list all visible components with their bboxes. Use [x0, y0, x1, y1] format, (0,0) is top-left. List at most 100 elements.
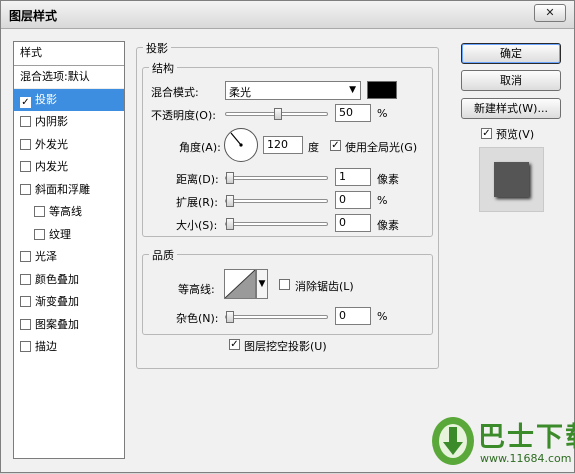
anti-alias-checkbox[interactable] — [279, 279, 290, 290]
angle-input[interactable]: 120 — [263, 136, 303, 154]
style-list-item-label: 等高线 — [49, 205, 82, 218]
site-watermark: 巴士下载 www.11684.com — [428, 411, 575, 474]
ok-button[interactable]: 确定 — [461, 43, 561, 64]
spread-label: 扩展(R): — [176, 196, 218, 209]
style-list-item[interactable]: 纹理 — [14, 224, 124, 247]
style-list-item[interactable]: 描边 — [14, 336, 124, 359]
title-bar: 图层样式 ✕ — [1, 1, 574, 29]
style-list-item-label: 光泽 — [35, 250, 57, 263]
style-list-item[interactable]: 图案叠加 — [14, 314, 124, 337]
noise-input[interactable]: 0 — [335, 307, 371, 325]
distance-slider[interactable] — [225, 172, 328, 184]
style-list-item[interactable]: 光泽 — [14, 246, 124, 269]
opacity-slider-thumb[interactable] — [274, 108, 282, 120]
knockout-label[interactable]: 图层挖空投影(U) — [244, 338, 327, 354]
style-checkbox[interactable] — [20, 161, 31, 172]
drop-shadow-title: 投影 — [143, 40, 171, 56]
chevron-down-icon: ▼ — [258, 279, 266, 289]
noise-unit: % — [377, 310, 388, 323]
use-global-light-checkbox[interactable]: ✓ — [330, 140, 341, 151]
distance-label: 距离(D): — [176, 173, 219, 186]
spread-unit: % — [377, 194, 388, 207]
noise-slider-thumb[interactable] — [226, 311, 234, 323]
download-logo-icon — [432, 417, 474, 465]
style-checkbox[interactable] — [20, 341, 31, 352]
use-global-light-label[interactable]: 使用全局光(G) — [345, 139, 417, 155]
size-input[interactable]: 0 — [335, 214, 371, 232]
distance-input[interactable]: 1 — [335, 168, 371, 186]
contour-dropdown-button[interactable]: ▼ — [256, 269, 268, 299]
noise-slider[interactable] — [225, 311, 328, 323]
cancel-button[interactable]: 取消 — [461, 70, 561, 91]
watermark-url: www.11684.com — [480, 452, 572, 465]
style-list-item-label: 投影 — [35, 92, 57, 106]
style-checkbox[interactable] — [20, 138, 31, 150]
new-style-button[interactable]: 新建样式(W)... — [461, 98, 561, 119]
blend-mode-select[interactable]: 柔光 ▼ — [225, 81, 361, 100]
preview-checkbox[interactable]: ✓ — [481, 128, 492, 139]
preview-label[interactable]: 预览(V) — [496, 126, 534, 142]
contour-picker[interactable] — [224, 269, 256, 299]
noise-label: 杂色(N): — [176, 312, 219, 325]
distance-slider-thumb[interactable] — [226, 172, 234, 184]
style-list-item[interactable]: ✓ 投影 — [14, 88, 124, 111]
angle-unit: 度 — [308, 141, 319, 154]
style-list-item-label: 颜色叠加 — [35, 272, 79, 286]
style-list-item-label: 混合选项:默认 — [20, 70, 90, 83]
style-list-item-label: 图案叠加 — [35, 317, 79, 331]
close-button[interactable]: ✕ — [534, 4, 566, 22]
style-list-item[interactable]: 内阴影 — [14, 111, 124, 134]
angle-label: 角度(A): — [179, 141, 221, 154]
style-checkbox[interactable] — [20, 183, 31, 195]
style-list-item-label: 斜面和浮雕 — [35, 182, 90, 196]
style-list-item-label: 纹理 — [49, 227, 71, 241]
style-list-item-label: 内发光 — [35, 160, 68, 173]
style-list-item[interactable]: 颜色叠加 — [14, 269, 124, 292]
style-list: 样式 混合选项:默认 ✓ 投影内阴影外发光内发光斜面和浮雕等高线纹理光泽颜色叠加渐变… — [13, 41, 125, 459]
spread-slider[interactable] — [225, 195, 328, 207]
spread-input[interactable]: 0 — [335, 191, 371, 209]
opacity-slider[interactable] — [225, 108, 328, 120]
style-checkbox[interactable] — [20, 296, 31, 307]
style-list-item-label: 外发光 — [35, 137, 68, 151]
chevron-down-icon: ▼ — [349, 85, 356, 95]
style-checkbox[interactable] — [34, 206, 45, 217]
size-slider[interactable] — [225, 218, 328, 230]
style-checkbox[interactable] — [34, 228, 45, 240]
close-icon: ✕ — [545, 6, 555, 19]
preview-thumbnail — [479, 147, 544, 212]
opacity-label: 不透明度(O): — [151, 109, 216, 122]
style-list-header: 样式 — [14, 42, 124, 66]
size-unit: 像素 — [377, 219, 399, 232]
spread-slider-thumb[interactable] — [226, 195, 234, 207]
opacity-unit: % — [377, 107, 388, 120]
angle-dial[interactable] — [224, 128, 258, 162]
style-list-item-label: 内阴影 — [35, 115, 68, 128]
style-list-item-label: 描边 — [35, 340, 57, 353]
style-list-item[interactable]: 外发光 — [14, 134, 124, 157]
watermark-brand: 巴士下载 — [478, 422, 575, 453]
style-list-item[interactable]: 斜面和浮雕 — [14, 179, 124, 202]
style-checkbox[interactable] — [20, 116, 31, 127]
shadow-color-swatch[interactable] — [367, 81, 397, 99]
distance-unit: 像素 — [377, 173, 399, 186]
style-checkbox[interactable] — [20, 251, 31, 262]
quality-title: 品质 — [149, 247, 177, 263]
style-checkbox[interactable]: ✓ — [20, 96, 31, 108]
size-slider-thumb[interactable] — [226, 218, 234, 230]
blend-mode-value: 柔光 — [229, 86, 251, 99]
anti-alias-label[interactable]: 消除锯齿(L) — [295, 278, 354, 294]
opacity-input[interactable]: 50 — [335, 104, 371, 122]
angle-needle-icon — [230, 132, 243, 147]
style-checkbox[interactable] — [20, 318, 31, 330]
blend-mode-label: 混合模式: — [151, 86, 199, 99]
style-list-item[interactable]: 内发光 — [14, 156, 124, 179]
style-checkbox[interactable] — [20, 273, 31, 285]
contour-label: 等高线: — [178, 283, 215, 296]
style-list-item[interactable]: 混合选项:默认 — [14, 66, 124, 89]
style-list-item[interactable]: 渐变叠加 — [14, 291, 124, 314]
knockout-checkbox[interactable]: ✓ — [229, 339, 240, 350]
style-list-item[interactable]: 等高线 — [14, 201, 124, 224]
style-list-item-label: 渐变叠加 — [35, 295, 79, 308]
contour-linear-icon — [224, 269, 256, 299]
